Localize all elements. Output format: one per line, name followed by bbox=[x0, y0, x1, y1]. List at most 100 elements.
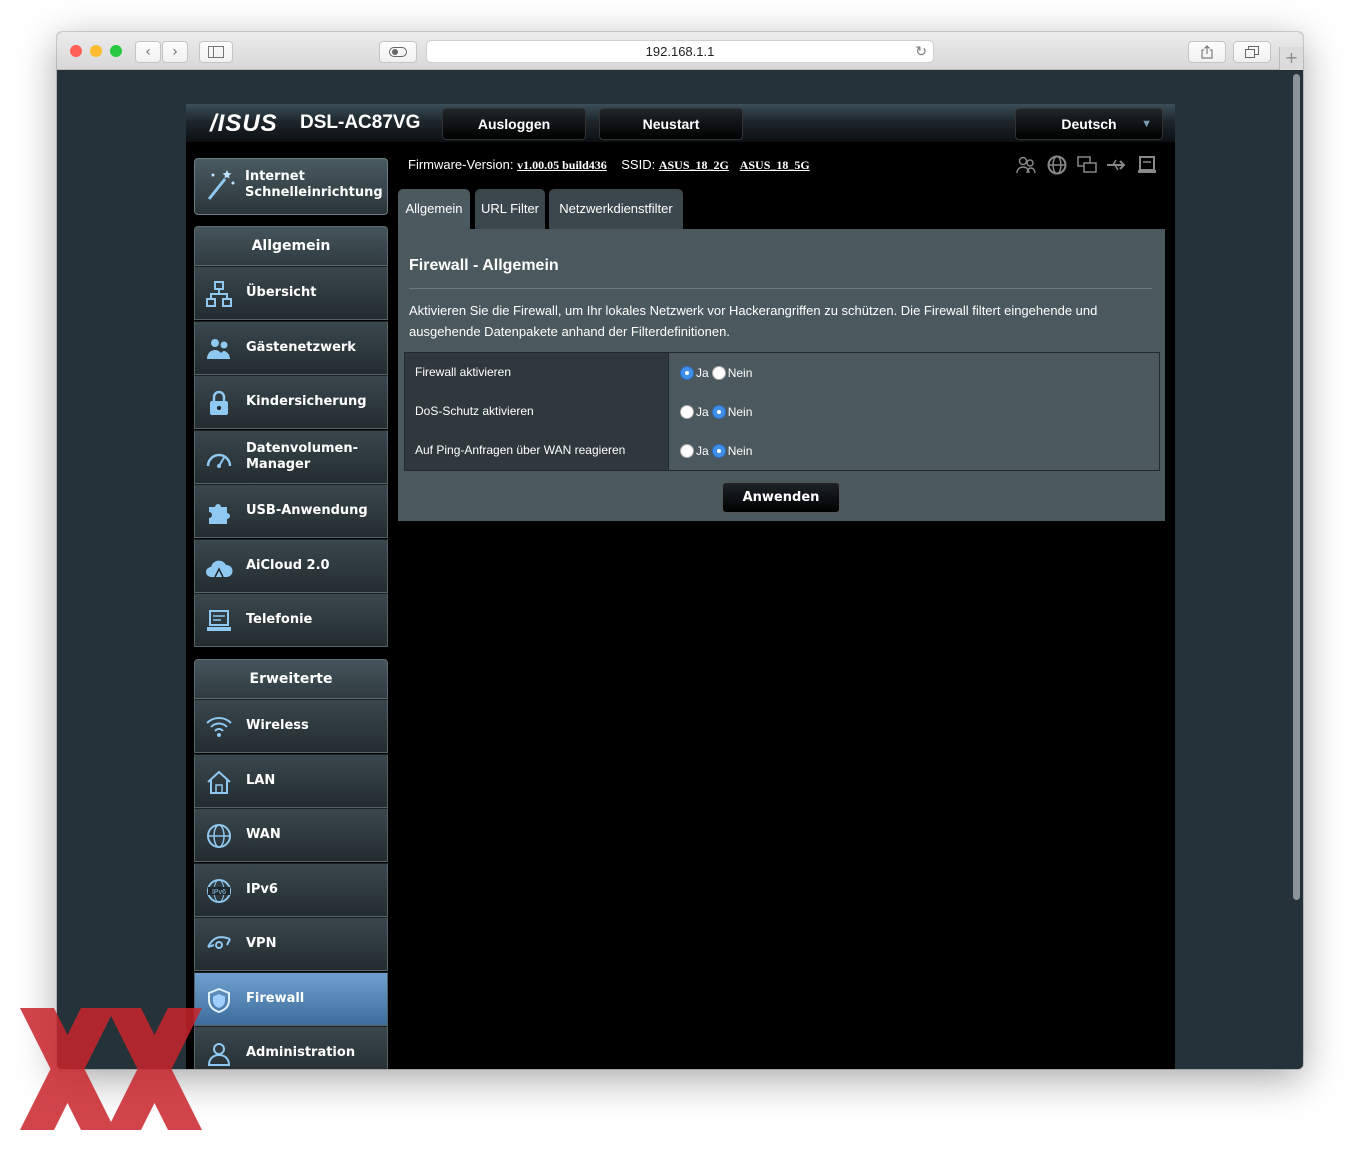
share-icon bbox=[1201, 45, 1213, 59]
sidebar-item-wireless[interactable]: Wireless bbox=[194, 699, 388, 753]
reader-toggle-button[interactable] bbox=[379, 41, 417, 63]
radio-no[interactable] bbox=[711, 365, 726, 380]
browser-toolbar: ‹ › 192.168.1.1 ↻ + bbox=[57, 32, 1303, 70]
router-banner: /ISUS DSL-AC87VG Ausloggen Neustart Deut… bbox=[186, 104, 1175, 142]
vpn-icon bbox=[207, 936, 231, 949]
setting-label: Auf Ping-Anfragen über WAN reagieren bbox=[405, 431, 669, 470]
quick-setup-label-line1: Internet bbox=[245, 169, 305, 184]
sidebar-item-vpn[interactable]: VPN bbox=[194, 917, 388, 971]
radio-yes-label: Ja bbox=[696, 365, 709, 380]
svg-text:IPv6: IPv6 bbox=[212, 889, 226, 896]
advanced-section-heading: Erweiterte Einstellungen bbox=[194, 659, 388, 725]
quick-internet-setup-button[interactable]: Internet Schnelleinrichtung bbox=[194, 158, 388, 215]
browser-window: ‹ › 192.168.1.1 ↻ + /ISUS DSL-AC87VG Aus… bbox=[57, 32, 1303, 1069]
ipv6-globe-icon: IPv6 bbox=[207, 878, 231, 903]
restart-button[interactable]: Neustart bbox=[599, 108, 743, 140]
telephony-icon bbox=[207, 610, 231, 631]
guest-network-icon bbox=[207, 338, 230, 359]
sidebar-item-label: VPN bbox=[246, 936, 277, 951]
radio-no[interactable] bbox=[711, 443, 726, 458]
model-name: DSL-AC87VG bbox=[300, 112, 421, 133]
sidebar-item-label: IPv6 bbox=[246, 881, 278, 897]
tabs-overview-button[interactable] bbox=[1233, 41, 1271, 63]
house-icon bbox=[207, 770, 231, 794]
radio-no-label: Nein bbox=[727, 443, 753, 458]
radio-yes[interactable] bbox=[680, 365, 694, 380]
sidebar-item-label: Administration bbox=[246, 1045, 356, 1060]
scrollbar[interactable] bbox=[1293, 74, 1300, 900]
sidebar-item-label: Datenvolumen-Manager bbox=[246, 440, 358, 472]
radio-yes[interactable] bbox=[680, 443, 694, 458]
firmware-version-link[interactable]: v1.00.05 build436 bbox=[517, 158, 607, 172]
sidebar-item-label: Firewall bbox=[246, 990, 305, 1006]
title-divider bbox=[409, 288, 1152, 289]
sidebar-item-label: WAN bbox=[246, 827, 281, 842]
sidebar-item-ipv6[interactable]: IPv6 IPv6 bbox=[194, 862, 388, 917]
close-window-button[interactable] bbox=[70, 45, 82, 57]
sidebar-item-wan[interactable]: WAN bbox=[194, 808, 388, 862]
page-viewport: /ISUS DSL-AC87VG Ausloggen Neustart Deut… bbox=[57, 70, 1303, 1069]
tab-allgemein[interactable]: Allgemein bbox=[398, 189, 470, 229]
forward-button[interactable]: › bbox=[162, 41, 188, 63]
general-section-heading: Allgemein bbox=[194, 226, 388, 266]
wifi-icon bbox=[206, 717, 232, 737]
radio-no[interactable] bbox=[711, 404, 726, 419]
zoom-window-button[interactable] bbox=[110, 45, 122, 57]
ssid-5g-link[interactable]: ASUS_18_5G bbox=[740, 158, 810, 172]
sidebar-item-label: LAN bbox=[246, 772, 276, 788]
radio-yes[interactable] bbox=[680, 404, 694, 419]
ssid-2g-link[interactable]: ASUS_18_2G bbox=[659, 158, 729, 172]
new-tab-button[interactable]: + bbox=[1279, 47, 1303, 70]
cloud-icon bbox=[206, 560, 233, 577]
printer-icon[interactable] bbox=[1136, 154, 1158, 176]
firewall-panel: Firewall - Allgemein Aktivieren Sie die … bbox=[398, 229, 1165, 521]
sidebar-toggle-button[interactable] bbox=[199, 41, 233, 63]
router-page: /ISUS DSL-AC87VG Ausloggen Neustart Deut… bbox=[186, 104, 1175, 1069]
internet-status-icon[interactable] bbox=[1046, 154, 1068, 176]
sidebar-item-kindersicherung[interactable]: Kindersicherung bbox=[194, 375, 388, 429]
sidebar-item-datenvolumen-manager[interactable]: Datenvolumen-Manager bbox=[194, 429, 388, 484]
chevron-down-icon: ▼ bbox=[1141, 118, 1152, 130]
radio-no-label: Nein bbox=[727, 365, 753, 380]
sidebar-item-aicloud-2-0[interactable]: AiCloud 2.0 bbox=[194, 538, 388, 593]
setting-options: Ja Nein bbox=[669, 392, 1159, 431]
sidebar-icon bbox=[208, 46, 224, 58]
network-map-icon bbox=[206, 281, 232, 307]
tab-url-filter[interactable]: URL Filter bbox=[475, 189, 545, 229]
tab-netzwerkdienstfilter[interactable]: Netzwerkdienstfilter bbox=[549, 189, 683, 229]
quick-setup-label-line2: Schnelleinrichtung bbox=[245, 185, 383, 200]
share-button[interactable] bbox=[1188, 41, 1226, 63]
setting-row-auf-ping-anfragen-ueber-wan-reagieren: Auf Ping-Anfragen über WAN reagieren Ja Ne… bbox=[405, 431, 1159, 470]
parental-lock-icon bbox=[210, 390, 228, 415]
sidebar-item-firewall[interactable]: Firewall bbox=[194, 971, 388, 1026]
back-button[interactable]: ‹ bbox=[135, 41, 161, 63]
clients-icon[interactable] bbox=[1015, 154, 1037, 176]
setting-options: Ja Nein bbox=[669, 353, 1159, 392]
logout-button[interactable]: Ausloggen bbox=[442, 108, 586, 140]
sidebar-item-label: Telefonie bbox=[246, 612, 313, 627]
sidebar-item-label: Gästenetzwerk bbox=[246, 339, 356, 355]
device-status-icon[interactable] bbox=[1076, 154, 1098, 176]
minimize-window-button[interactable] bbox=[90, 45, 102, 57]
radio-yes-label: Ja bbox=[696, 404, 709, 419]
setting-options: Ja Nein bbox=[669, 431, 1159, 470]
admin-user-icon bbox=[207, 1043, 231, 1066]
sidebar-item-usb-anwendung[interactable]: USB-Anwendung bbox=[194, 484, 388, 538]
globe-icon bbox=[207, 824, 231, 848]
watermark-logo bbox=[20, 1008, 202, 1130]
address-bar[interactable]: 192.168.1.1 ↻ bbox=[426, 40, 934, 63]
sidebar-item-telefonie[interactable]: Telefonie bbox=[194, 593, 388, 647]
usb-icon[interactable] bbox=[1105, 154, 1127, 176]
setting-row-dos-schutz-aktivieren: DoS-Schutz aktivieren Ja Nein bbox=[405, 392, 1159, 431]
sidebar-item-administration[interactable]: Administration bbox=[194, 1026, 388, 1069]
sidebar-item-gaestenetzwerk[interactable]: Gästenetzwerk bbox=[194, 320, 388, 375]
status-line: Firmware-Version: v1.00.05 build436 SSID… bbox=[408, 157, 810, 173]
sidebar-item-uebersicht[interactable]: Übersicht bbox=[194, 266, 388, 320]
apply-button[interactable]: Anwenden bbox=[722, 482, 840, 513]
reload-icon[interactable]: ↻ bbox=[915, 41, 927, 63]
shield-icon bbox=[208, 987, 230, 1013]
sidebar-item-lan[interactable]: LAN bbox=[194, 753, 388, 808]
language-select[interactable]: Deutsch ▼ bbox=[1015, 108, 1163, 140]
panel-description: Aktivieren Sie die Firewall, um Ihr loka… bbox=[409, 303, 1098, 339]
url-text: 192.168.1.1 bbox=[645, 44, 715, 59]
